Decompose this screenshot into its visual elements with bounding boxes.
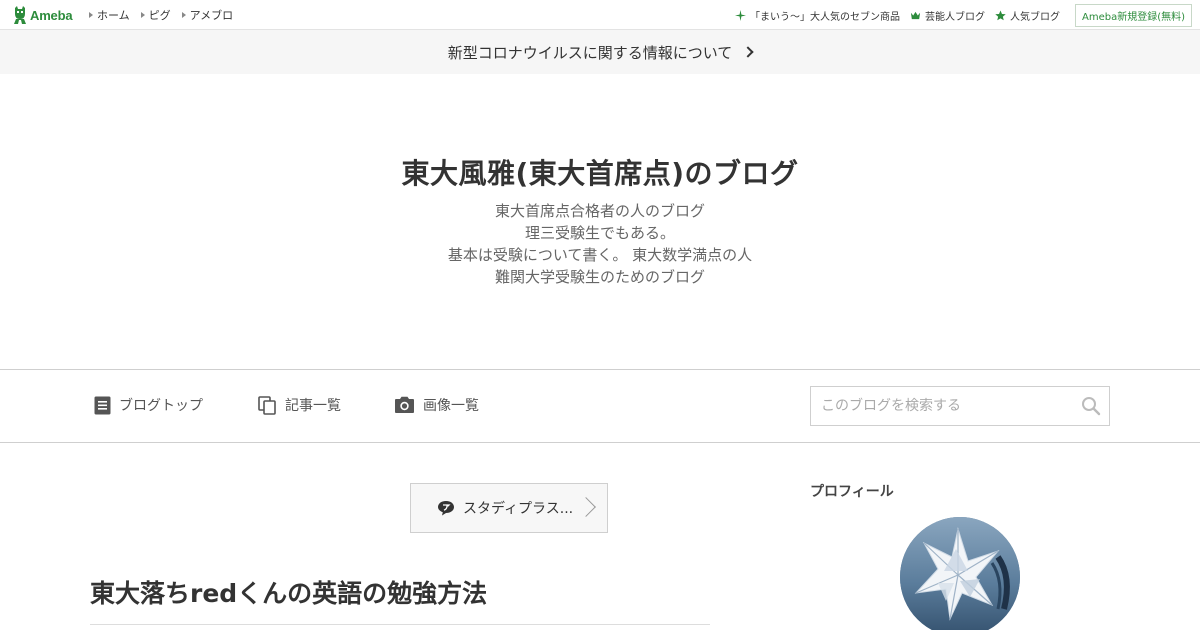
description-line: 難関大学受験生のためのブログ — [494, 268, 705, 286]
blog-title[interactable]: 東大風雅(東大首席点)のブログ — [0, 152, 1200, 192]
blog-menu: ブログトップ 記事一覧 画像一覧 — [0, 369, 1200, 443]
crown-icon — [910, 11, 921, 19]
triangle-right-icon — [140, 12, 145, 18]
global-header: Ameba ホーム ピグ アメブロ 「まいう～」大人気のセブン商品 芸能人ブログ… — [0, 0, 1200, 30]
global-nav: ホーム ピグ アメブロ — [89, 0, 233, 30]
description-line: 理三受験生でもある。 — [524, 224, 675, 242]
blog-description: 東大首席点合格者の人のブログ 理三受験生でもある。 基本は受験について書く。 東… — [0, 200, 1200, 288]
logo-text: Ameba — [30, 7, 73, 23]
link-label: 人気ブログ — [1009, 11, 1060, 23]
header-right-links: 「まいう～」大人気のセブン商品 芸能人ブログ 人気ブログ Ameba新規登録(無… — [734, 0, 1192, 30]
triangle-right-icon — [89, 12, 93, 18]
menu-label: ブログトップ — [119, 398, 203, 414]
description-line: 基本は受験について書く。 東大数学満点の人 — [447, 246, 753, 264]
blog-header: 東大風雅(東大首席点)のブログ 東大首席点合格者の人のブログ 理三受験生でもある… — [0, 74, 1200, 370]
link-popular-blog[interactable]: 人気ブログ — [995, 8, 1060, 23]
menu-label: 画像一覧 — [423, 398, 479, 414]
nav-label: アメブロ — [189, 9, 234, 22]
nav-home[interactable]: ホーム — [89, 7, 130, 23]
nav-pigg[interactable]: ピグ — [140, 7, 171, 23]
menu-image-list[interactable]: 画像一覧 — [394, 395, 479, 415]
search-input[interactable] — [811, 387, 1077, 425]
link-label: 芸能人ブログ — [924, 11, 985, 23]
blog-search — [810, 386, 1110, 426]
sparkle-icon — [734, 9, 746, 21]
description-line: 東大首席点合格者の人のブログ — [494, 202, 705, 220]
menu-label: 記事一覧 — [285, 398, 341, 414]
emblem-image — [900, 517, 1020, 630]
chevron-right-icon — [576, 497, 596, 517]
notice-text: 新型コロナウイルスに関する情報について — [447, 43, 733, 62]
nav-label: ピグ — [148, 9, 171, 22]
copy-icon — [258, 395, 276, 415]
link-celebrity-blog[interactable]: 芸能人ブログ — [910, 8, 985, 23]
menu-blog-top[interactable]: ブログトップ — [94, 395, 203, 415]
chevron-right-icon — [742, 46, 754, 58]
genre-label: スタディプラス... — [463, 501, 574, 517]
covid-notice-link[interactable]: 新型コロナウイルスに関する情報について — [0, 30, 1200, 74]
nav-label: ホーム — [97, 9, 130, 22]
link-label: 「まいう～」大人気のセブン商品 — [749, 11, 900, 23]
search-icon[interactable] — [1081, 396, 1101, 416]
ameba-logo-icon — [14, 6, 26, 24]
document-icon — [94, 396, 111, 414]
entry-title[interactable]: 東大落ちredくんの英語の勉強方法 — [90, 574, 487, 610]
ameba-logo[interactable]: Ameba — [13, 6, 73, 24]
speech-bubble-icon — [438, 501, 454, 516]
genre-ranking-button[interactable]: スタディプラス... — [410, 483, 608, 533]
profile-heading: プロフィール — [810, 484, 894, 500]
camera-icon — [395, 396, 414, 413]
star-icon — [995, 9, 1006, 20]
menu-entry-list[interactable]: 記事一覧 — [258, 395, 341, 415]
nav-ameblo[interactable]: アメブロ — [181, 7, 234, 23]
profile-avatar[interactable] — [900, 517, 1020, 630]
link-seven-products[interactable]: 「まいう～」大人気のセブン商品 — [734, 8, 900, 23]
register-button[interactable]: Ameba新規登録(無料) — [1074, 3, 1192, 27]
triangle-right-icon — [181, 12, 186, 18]
divider — [90, 624, 710, 625]
